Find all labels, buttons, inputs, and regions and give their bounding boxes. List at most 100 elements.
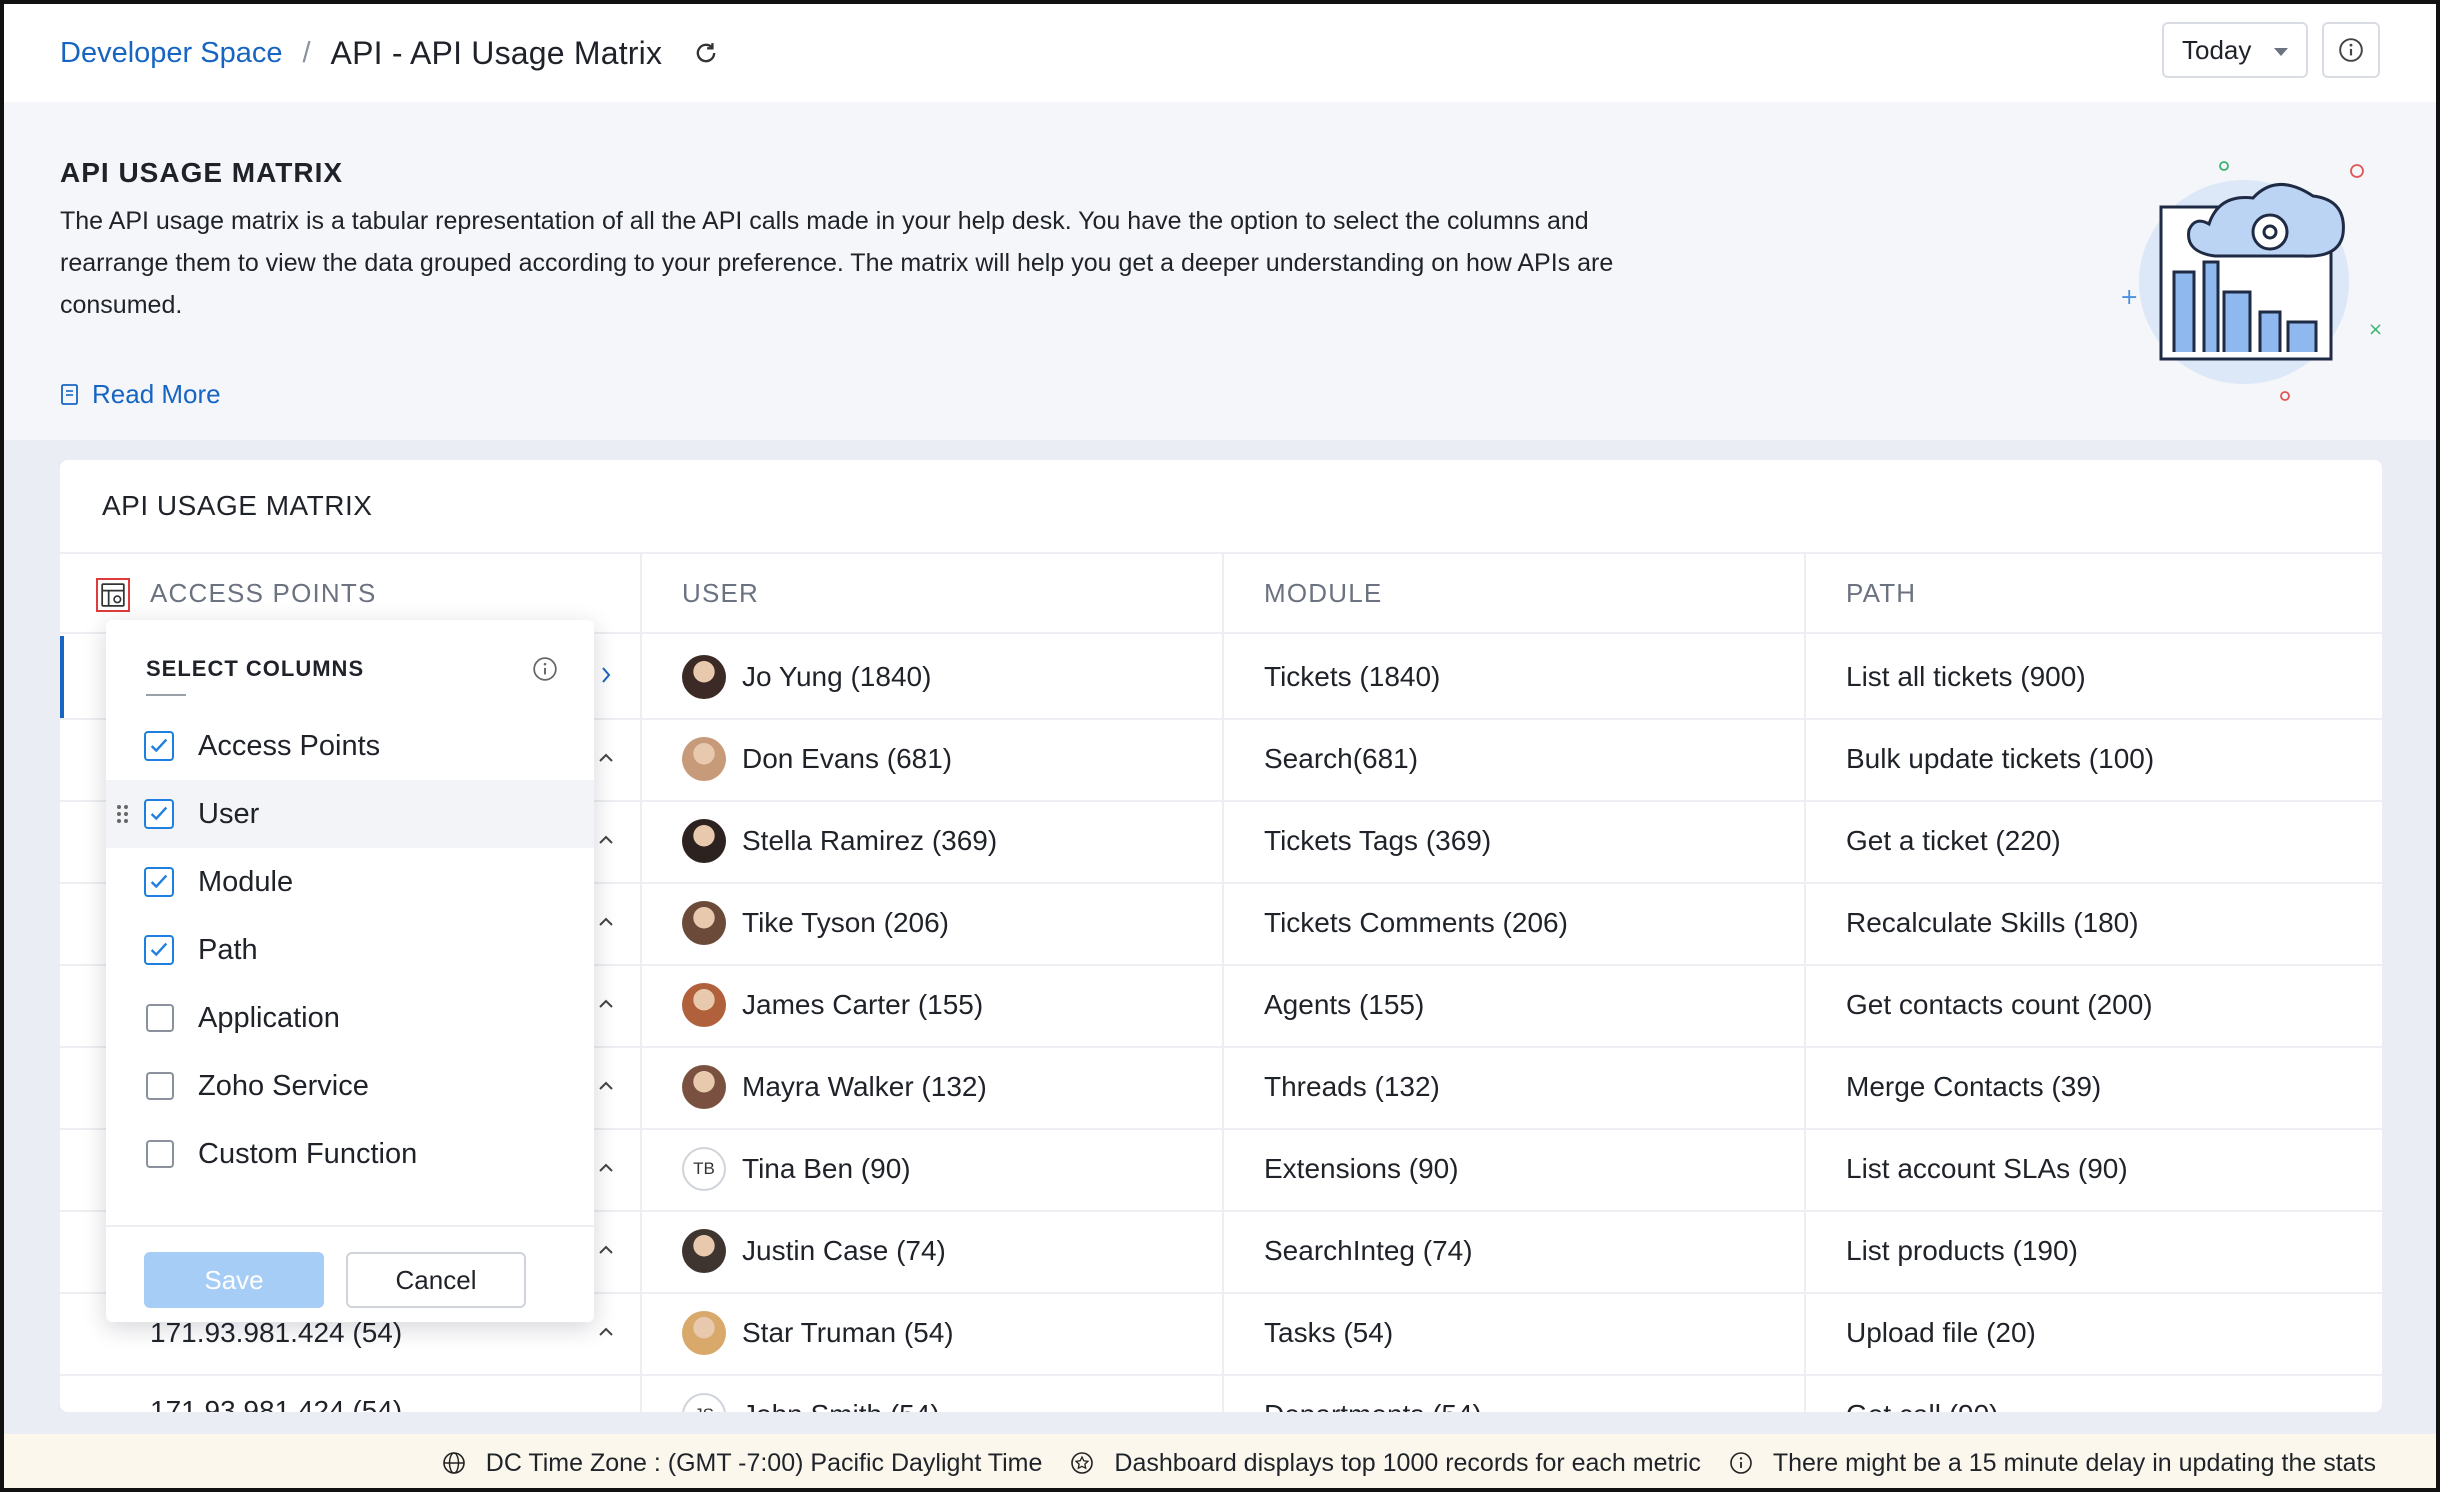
user-label: Star Truman (54)	[742, 1317, 954, 1348]
option-label: Access Points	[198, 729, 381, 762]
checkbox-checked[interactable]	[144, 731, 174, 761]
checkbox-unchecked[interactable]	[146, 1004, 174, 1032]
read-more-label: Read More	[92, 379, 221, 409]
table-cell-user[interactable]: JS John Smith (54)	[682, 1374, 1222, 1412]
select-columns-popup: SELECT COLUMNS Access Points User Module…	[106, 620, 594, 1322]
table-cell-user[interactable]: Stella Ramirez (369)	[682, 800, 1222, 882]
column-option-zoho-service[interactable]: Zoho Service	[106, 1052, 594, 1120]
cancel-button[interactable]: Cancel	[346, 1252, 526, 1308]
chevron-up-icon[interactable]	[598, 1078, 614, 1090]
user-label: Don Evans (681)	[742, 743, 953, 774]
table-cell-module[interactable]: Search(681)	[1264, 718, 1804, 800]
table-cell-module[interactable]: Tickets (1840)	[1264, 636, 1804, 718]
column-option-module[interactable]: Module	[106, 848, 594, 916]
period-select-value: Today	[2182, 34, 2252, 65]
table-cell-module[interactable]: Tickets Comments (206)	[1264, 882, 1804, 964]
chevron-up-icon[interactable]	[598, 996, 614, 1008]
chevron-up-icon[interactable]	[598, 832, 614, 844]
column-option-path[interactable]: Path	[106, 916, 594, 984]
table-cell-path[interactable]: Bulk update tickets (100)	[1846, 718, 2382, 800]
svg-text:+: +	[2120, 285, 2138, 310]
checkbox-checked[interactable]	[144, 935, 174, 965]
table-cell-module[interactable]: Departments (54)	[1264, 1374, 1804, 1412]
user-label: Justin Case (74)	[742, 1235, 946, 1266]
table-cell-path[interactable]: Get call (90)	[1846, 1374, 2382, 1412]
chevron-up-icon[interactable]	[598, 1242, 614, 1254]
user-label: Tike Tyson (206)	[742, 907, 949, 938]
info-button[interactable]	[2322, 22, 2380, 78]
timezone-note: DC Time Zone : (GMT -7:00) Pacific Dayli…	[442, 1449, 1042, 1478]
top-bar: Developer Space / API - API Usage Matrix…	[4, 4, 2436, 102]
table-cell-module[interactable]: SearchInteg (74)	[1264, 1210, 1804, 1292]
drag-handle-icon[interactable]	[116, 803, 130, 825]
access-point-label: 171.93.981.424 (54)	[150, 1395, 403, 1412]
table-cell-user[interactable]: Star Truman (54)	[682, 1292, 1222, 1374]
table-cell-user[interactable]: Jo Yung (1840)	[682, 636, 1222, 718]
user-label: John Smith (54)	[742, 1399, 940, 1412]
table-cell-user[interactable]: James Carter (155)	[682, 964, 1222, 1046]
table-cell-user[interactable]: Tike Tyson (206)	[682, 882, 1222, 964]
table-cell-path[interactable]: List products (190)	[1846, 1210, 2382, 1292]
checkbox-unchecked[interactable]	[146, 1072, 174, 1100]
chevron-right-icon[interactable]	[600, 666, 612, 684]
globe-icon	[442, 1452, 465, 1474]
avatar	[682, 819, 726, 863]
breadcrumb-separator: /	[302, 36, 311, 69]
table-cell-user[interactable]: TB Tina Ben (90)	[682, 1128, 1222, 1210]
checkbox-checked[interactable]	[144, 867, 174, 897]
delay-note: There might be a 15 minute delay in upda…	[1729, 1449, 2376, 1478]
column-option-user[interactable]: User	[106, 780, 594, 848]
table-cell-user[interactable]: Justin Case (74)	[682, 1210, 1222, 1292]
column-header-label: PATH	[1846, 577, 1917, 608]
column-header-path[interactable]: PATH	[1806, 552, 2382, 634]
table-cell-path[interactable]: Get contacts count (200)	[1846, 964, 2382, 1046]
chevron-up-icon[interactable]	[598, 1160, 614, 1172]
table-cell-path[interactable]: Get a ticket (220)	[1846, 800, 2382, 882]
matrix-title: API USAGE MATRIX	[102, 490, 373, 521]
avatar: TB	[682, 1147, 726, 1191]
table-cell-module[interactable]: Tickets Tags (369)	[1264, 800, 1804, 882]
column-settings-icon[interactable]	[96, 578, 130, 612]
checkbox-unchecked[interactable]	[146, 1140, 174, 1168]
avatar	[682, 901, 726, 945]
column-header-user[interactable]: USER	[642, 552, 1222, 634]
table-cell-user[interactable]: Don Evans (681)	[682, 718, 1222, 800]
column-option-access-points[interactable]: Access Points	[106, 712, 594, 780]
table-cell-path[interactable]: List all tickets (900)	[1846, 636, 2382, 718]
table-cell-module[interactable]: Threads (132)	[1264, 1046, 1804, 1128]
popup-title-underline	[146, 694, 186, 696]
option-label: User	[198, 797, 260, 830]
column-divider	[1804, 552, 1806, 1412]
chevron-up-icon[interactable]	[598, 750, 614, 762]
table-cell-path[interactable]: Upload file (20)	[1846, 1292, 2382, 1374]
checkbox-checked[interactable]	[144, 799, 174, 829]
column-option-custom-function[interactable]: Custom Function	[106, 1120, 594, 1188]
page-title: API - API Usage Matrix	[330, 34, 663, 71]
status-footer: DC Time Zone : (GMT -7:00) Pacific Dayli…	[4, 1434, 2436, 1488]
option-label: Custom Function	[198, 1137, 418, 1170]
table-cell-module[interactable]: Agents (155)	[1264, 964, 1804, 1046]
period-select[interactable]: Today	[2162, 22, 2308, 78]
table-cell-path[interactable]: Merge Contacts (39)	[1846, 1046, 2382, 1128]
column-header-label: USER	[682, 577, 760, 608]
avatar: JS	[682, 1393, 726, 1412]
table-cell-module[interactable]: Tasks (54)	[1264, 1292, 1804, 1374]
badge-icon	[1071, 1452, 1094, 1474]
save-button[interactable]: Save	[144, 1252, 324, 1308]
table-cell-module[interactable]: Extensions (90)	[1264, 1128, 1804, 1210]
info-icon[interactable]	[532, 656, 558, 682]
table-cell-path[interactable]: Recalculate Skills (180)	[1846, 882, 2382, 964]
records-text: Dashboard displays top 1000 records for …	[1114, 1448, 1701, 1477]
refresh-icon[interactable]	[692, 39, 720, 67]
column-option-application[interactable]: Application	[106, 984, 594, 1052]
api-illustration: + ×	[2120, 161, 2383, 401]
table-cell-user[interactable]: Mayra Walker (132)	[682, 1046, 1222, 1128]
breadcrumb-developer-space[interactable]: Developer Space	[60, 37, 282, 70]
table-cell-path[interactable]: List account SLAs (90)	[1846, 1128, 2382, 1210]
info-icon	[1730, 1452, 1752, 1474]
read-more-link[interactable]: Read More	[60, 379, 221, 410]
chevron-up-icon[interactable]	[598, 914, 614, 926]
chevron-up-icon[interactable]	[598, 1324, 614, 1336]
column-header-module[interactable]: MODULE	[1224, 552, 1804, 634]
access-point-row[interactable]: 171.93.981.424 (54)	[150, 1370, 402, 1412]
